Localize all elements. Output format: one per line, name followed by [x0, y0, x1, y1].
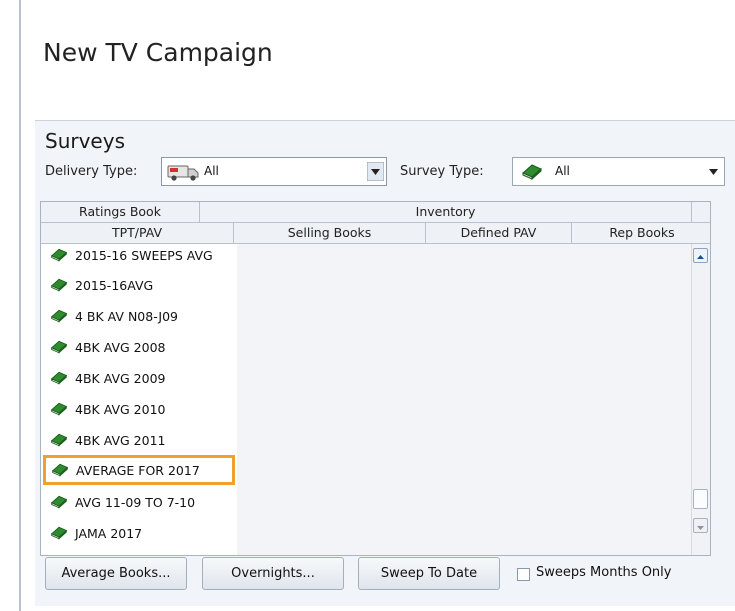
book-icon	[522, 164, 542, 181]
average-books-button[interactable]: Average Books...	[45, 557, 187, 590]
book-icon	[51, 463, 69, 477]
book-icon	[50, 433, 68, 447]
list-item-label: AVG 11-09 TO 7-10	[75, 495, 196, 510]
column-header-tpt-pav[interactable]: TPT/PAV	[41, 223, 234, 243]
list-item-label: 4BK AVG 2010	[75, 402, 166, 417]
truck-icon	[167, 165, 199, 181]
surveys-panel: Surveys Delivery Type: All Survey Type:	[35, 120, 735, 606]
list-item-label: AVERAGE FOR 2017	[76, 463, 200, 478]
chevron-down-icon[interactable]	[367, 162, 384, 181]
book-icon	[50, 309, 68, 323]
survey-type-value: All	[555, 164, 570, 178]
sweep-to-date-button[interactable]: Sweep To Date	[358, 557, 500, 590]
scroll-thumb[interactable]	[693, 489, 708, 509]
survey-list: 2015-16 SWEEPS AVG 2015-16AVG 4 BK AV N0…	[41, 244, 237, 555]
sweeps-months-only-label: Sweeps Months Only	[536, 565, 672, 580]
list-item[interactable]: 4BK AVG 2009	[43, 364, 235, 394]
book-icon	[50, 526, 68, 540]
list-item-label: 4BK AVG 2009	[75, 371, 166, 386]
column-header-rep-books[interactable]: Rep Books	[572, 223, 710, 243]
group-header-row: Ratings Book Inventory	[41, 202, 710, 223]
delivery-type-label: Delivery Type:	[45, 164, 138, 179]
list-item[interactable]: 2015-16 SWEEPS AVG	[43, 244, 235, 271]
arrow-up-icon	[697, 255, 704, 259]
window-title: New TV Campaign	[43, 38, 273, 67]
overnights-button[interactable]: Overnights...	[202, 557, 344, 590]
list-item[interactable]: 4BK AVG 2011	[43, 426, 235, 456]
column-header-defined-pav[interactable]: Defined PAV	[426, 223, 572, 243]
list-item[interactable]: JAMA 2017	[43, 519, 235, 549]
list-item[interactable]: 2015-16AVG	[43, 271, 235, 301]
arrow-down-icon	[697, 526, 704, 530]
chevron-down-icon[interactable]	[705, 162, 722, 181]
list-item[interactable]: 4BK AVG 2008	[43, 333, 235, 363]
surveys-grid: Ratings Book Inventory TPT/PAV Selling B…	[40, 201, 711, 556]
group-header-inventory[interactable]: Inventory	[200, 202, 692, 222]
grid-empty-area	[237, 244, 692, 555]
book-icon	[50, 248, 68, 262]
list-item[interactable]: AVG 11-09 TO 7-10	[43, 488, 235, 518]
list-item-selected[interactable]: AVERAGE FOR 2017	[43, 455, 235, 485]
group-header-ratings-book[interactable]: Ratings Book	[41, 202, 200, 222]
survey-type-label: Survey Type:	[400, 164, 484, 179]
book-icon	[50, 402, 68, 416]
list-item-label: 2015-16 SWEEPS AVG	[75, 248, 213, 263]
book-icon	[50, 371, 68, 385]
delivery-type-value: All	[204, 164, 219, 178]
book-icon	[50, 495, 68, 509]
list-item-label: 4BK AVG 2011	[75, 433, 166, 448]
section-title-surveys: Surveys	[45, 129, 125, 153]
list-item-label: 4 BK AV N08-J09	[75, 309, 179, 324]
scroll-up-button[interactable]	[693, 248, 708, 263]
vertical-scrollbar[interactable]	[691, 244, 710, 555]
list-item-label: 4BK AVG 2008	[75, 340, 166, 355]
list-item-label: 2015-16AVG	[75, 278, 154, 293]
survey-type-dropdown[interactable]: All	[512, 157, 725, 186]
scroll-down-button[interactable]	[693, 518, 708, 533]
book-icon	[50, 278, 68, 292]
list-item[interactable]: 4BK AVG 2010	[43, 395, 235, 425]
column-header-row: TPT/PAV Selling Books Defined PAV Rep Bo…	[41, 223, 710, 244]
sweeps-months-only-checkbox[interactable]	[517, 568, 530, 581]
book-icon	[50, 340, 68, 354]
delivery-type-dropdown[interactable]: All	[161, 157, 387, 186]
dialog-window: New TV Campaign Surveys Delivery Type: A…	[19, 0, 735, 611]
column-header-selling-books[interactable]: Selling Books	[234, 223, 426, 243]
list-item[interactable]: 4 BK AV N08-J09	[43, 302, 235, 332]
list-item-label: JAMA 2017	[75, 526, 143, 541]
